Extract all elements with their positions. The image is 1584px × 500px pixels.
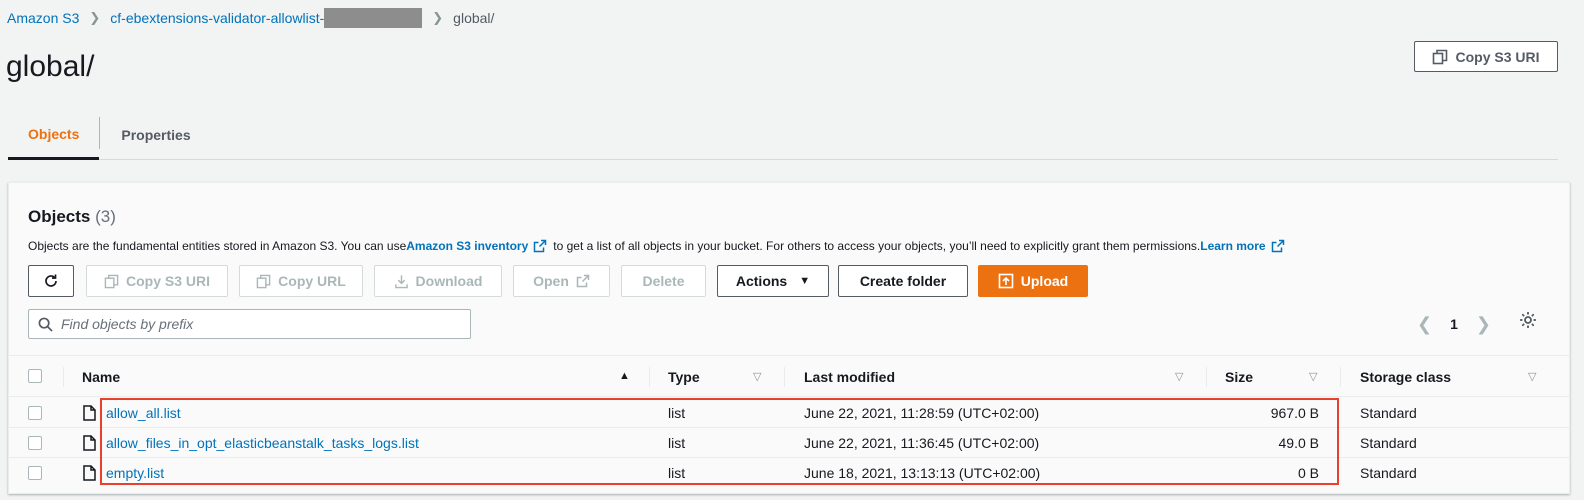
desc-text-1: Objects are the fundamental entities sto… (28, 239, 407, 253)
sort-ascending-icon[interactable]: ▲ (619, 370, 630, 382)
file-icon (83, 435, 96, 451)
object-type: list (668, 404, 686, 421)
row-checkbox[interactable] (28, 436, 42, 450)
object-name-link[interactable]: empty.list (106, 458, 164, 487)
open-label: Open (533, 273, 569, 289)
actions-dropdown[interactable]: Actions ▼ (717, 265, 829, 297)
select-all-checkbox[interactable] (28, 369, 42, 383)
open-button[interactable]: Open (513, 265, 610, 297)
object-name-link[interactable]: allow_all.list (106, 398, 181, 427)
sort-icon[interactable]: ▽ (1175, 370, 1183, 383)
object-last-modified: June 18, 2021, 13:13:13 (UTC+02:00) (804, 464, 1041, 481)
sort-icon[interactable]: ▽ (1528, 370, 1536, 383)
table-row[interactable]: allow_all.list list June 22, 2021, 11:28… (9, 398, 1569, 428)
breadcrumb: Amazon S3 ❯ cf-ebextensions-validator-al… (7, 8, 495, 28)
chevron-right-icon: ❯ (89, 10, 101, 25)
file-icon (83, 465, 96, 481)
object-size: 0 B (1297, 464, 1319, 481)
objects-count: (3) (95, 207, 116, 226)
upload-button[interactable]: Upload (978, 265, 1088, 297)
column-last-modified[interactable]: Last modified (804, 356, 895, 398)
objects-title: Objects (28, 207, 91, 226)
upload-label: Upload (1020, 273, 1069, 289)
external-link-icon (534, 239, 547, 253)
object-last-modified: June 22, 2021, 11:28:59 (UTC+02:00) (804, 404, 1040, 421)
column-name[interactable]: Name (82, 356, 120, 398)
table-row[interactable]: empty.list list June 18, 2021, 13:13:13 … (9, 458, 1569, 488)
table-row[interactable]: allow_files_in_opt_elasticbeanstalk_task… (9, 428, 1569, 458)
page-title: global/ (6, 50, 95, 83)
previous-page-icon[interactable]: ❮ (1417, 314, 1432, 335)
delete-button[interactable]: Delete (621, 265, 706, 297)
search-icon (38, 317, 53, 332)
objects-heading: Objects (3) (28, 207, 116, 227)
column-divider (1206, 367, 1207, 387)
actions-label: Actions (735, 273, 788, 289)
upload-icon (998, 273, 1014, 289)
chevron-right-icon: ❯ (432, 10, 444, 25)
table-header: Name ▲ Type ▽ Last modified ▽ Size ▽ Sto… (9, 355, 1569, 397)
breadcrumb-amazon-s3[interactable]: Amazon S3 (7, 10, 79, 26)
sort-icon[interactable]: ▽ (1309, 370, 1317, 383)
current-page-number[interactable]: 1 (1450, 316, 1458, 332)
object-type: list (668, 464, 686, 481)
file-icon (83, 405, 96, 421)
desc-text-2: to get a list of all objects in your buc… (553, 239, 1201, 253)
next-page-icon[interactable]: ❯ (1476, 314, 1491, 335)
object-size: 49.0 B (1278, 434, 1319, 451)
objects-panel: Objects (3) Objects are the fundamental … (8, 182, 1570, 494)
column-divider (1340, 367, 1341, 387)
download-button[interactable]: Download (374, 265, 502, 297)
tab-bar: Objects Properties (8, 110, 1558, 160)
delete-label: Delete (642, 273, 685, 289)
column-type[interactable]: Type (668, 356, 700, 398)
object-name-link[interactable]: allow_files_in_opt_elasticbeanstalk_task… (106, 428, 419, 457)
copy-s3-uri-toolbar-label: Copy S3 URI (125, 273, 210, 289)
search-box (28, 309, 471, 339)
create-folder-button[interactable]: Create folder (838, 265, 968, 297)
external-link-icon (576, 274, 590, 288)
refresh-icon (45, 274, 57, 287)
copy-url-button[interactable]: Copy URL (239, 265, 363, 297)
object-storage-class: Standard (1360, 404, 1417, 421)
copy-icon (256, 274, 271, 288)
object-last-modified: June 22, 2021, 11:36:45 (UTC+02:00) (804, 434, 1040, 451)
column-size[interactable]: Size (1225, 356, 1253, 398)
copy-icon (104, 274, 119, 288)
column-divider (784, 367, 785, 387)
object-storage-class: Standard (1360, 464, 1417, 481)
row-checkbox[interactable] (28, 466, 42, 480)
copy-s3-uri-button[interactable]: Copy S3 URI (1414, 41, 1558, 72)
object-type: list (668, 434, 686, 451)
object-storage-class: Standard (1360, 434, 1417, 451)
learn-more-link[interactable]: Learn more (1200, 239, 1265, 253)
refresh-button[interactable] (28, 265, 74, 297)
tab-objects[interactable]: Objects (8, 110, 100, 160)
pagination: ❮ 1 ❯ (1417, 309, 1491, 339)
row-checkbox[interactable] (28, 406, 42, 420)
tab-properties[interactable]: Properties (100, 110, 211, 160)
gear-icon[interactable] (1518, 310, 1538, 330)
copy-s3-uri-toolbar-button[interactable]: Copy S3 URI (86, 265, 228, 297)
create-folder-label: Create folder (859, 273, 947, 289)
download-label: Download (415, 273, 483, 289)
objects-description: Objects are the fundamental entities sto… (28, 239, 1291, 253)
breadcrumb-bucket[interactable]: cf-ebextensions-validator-allowlist- (110, 10, 324, 26)
column-divider (63, 367, 64, 387)
caret-down-icon: ▼ (799, 275, 811, 287)
sort-icon[interactable]: ▽ (753, 370, 761, 383)
redacted-block (324, 8, 423, 28)
copy-url-label: Copy URL (278, 273, 346, 289)
column-storage-class[interactable]: Storage class (1360, 356, 1451, 398)
external-link-icon (1271, 239, 1284, 253)
download-icon (394, 274, 408, 288)
breadcrumb-current: global/ (453, 10, 495, 26)
s3-inventory-link[interactable]: Amazon S3 inventory (406, 239, 528, 253)
copy-s3-uri-label: Copy S3 URI (1455, 48, 1540, 65)
copy-icon (1433, 49, 1448, 64)
object-size: 967.0 B (1270, 404, 1319, 421)
column-divider (649, 367, 650, 387)
search-input[interactable] (61, 316, 441, 332)
